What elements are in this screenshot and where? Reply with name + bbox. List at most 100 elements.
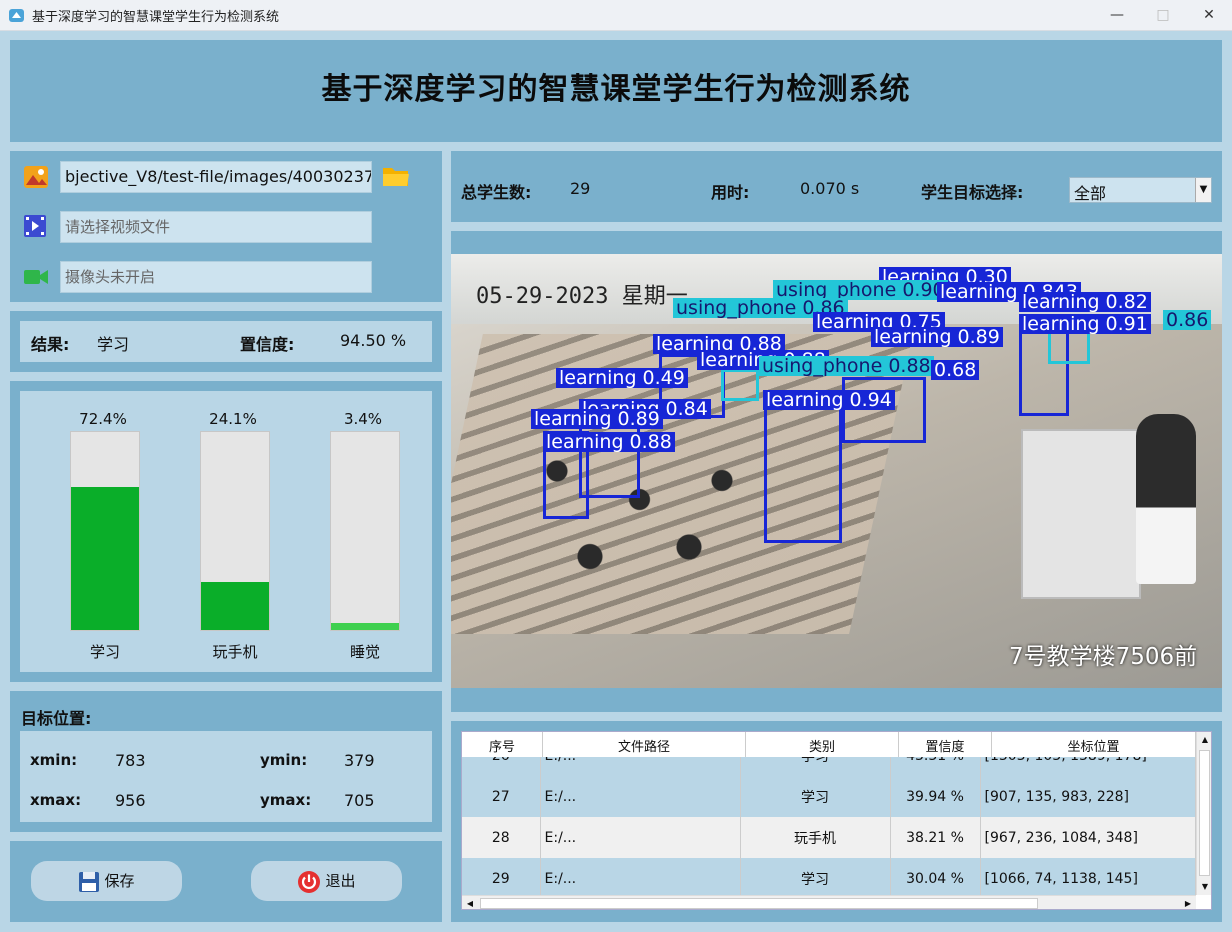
table-row[interactable]: 26 E:/... 学习 43.31 % [1303, 103, 1389, 1… xyxy=(462,757,1196,776)
bar-fill-sleep xyxy=(331,623,399,630)
col-header-path[interactable]: 文件路径 xyxy=(542,732,746,759)
col-header-class[interactable]: 类别 xyxy=(745,732,899,759)
save-icon xyxy=(79,871,100,892)
vertical-scroll-thumb[interactable] xyxy=(1199,750,1210,876)
cell-confidence: 43.31 % xyxy=(890,757,981,776)
bar-pct-sleep: 3.4% xyxy=(343,410,383,428)
table-body: 26 E:/... 学习 43.31 % [1303, 103, 1389, 1… xyxy=(462,757,1196,895)
behavior-bars-inner: 72.4% 学习 24.1% 玩手机 3.4% 睡觉 xyxy=(20,391,432,672)
cell-class: 玩手机 xyxy=(740,817,891,858)
cell-confidence: 39.94 % xyxy=(890,776,981,817)
camera-icon[interactable] xyxy=(23,268,49,286)
detection-box xyxy=(764,402,842,543)
power-icon xyxy=(298,870,321,893)
bar-label-phone: 玩手机 xyxy=(212,643,258,661)
result-value: 学习 xyxy=(97,335,130,354)
save-label: 保存 xyxy=(104,872,135,890)
ymax-value: 705 xyxy=(344,791,375,810)
cell-path: E:/... xyxy=(540,776,741,817)
results-table-panel: 序号 文件路径 类别 置信度 坐标位置 26 E:/... 学习 43.31 xyxy=(451,721,1222,922)
detection-label: learning 0.82 xyxy=(1019,292,1151,312)
cell-coords: [1303, 103, 1389, 178] xyxy=(980,757,1196,776)
folder-icon[interactable] xyxy=(381,164,411,188)
cell-coords: [907, 135, 983, 228] xyxy=(980,776,1196,817)
detection-label: learning 0.94 xyxy=(763,390,895,410)
horizontal-scroll-thumb[interactable] xyxy=(480,898,1038,909)
cell-confidence: 30.04 % xyxy=(890,858,981,895)
maximize-button[interactable]: □ xyxy=(1140,0,1186,31)
detection-box xyxy=(721,369,759,401)
detection-box xyxy=(1048,330,1090,364)
bar-learning xyxy=(70,431,140,631)
cell-coords: [967, 236, 1084, 348] xyxy=(980,817,1196,858)
cell-coords: [1066, 74, 1138, 145] xyxy=(980,858,1196,895)
col-header-index[interactable]: 序号 xyxy=(462,732,543,759)
time-value: 0.070 s xyxy=(800,179,860,198)
header-panel: 基于深度学习的智慧课堂学生行为检测系统 xyxy=(10,40,1222,142)
scroll-up-icon[interactable]: ▲ xyxy=(1197,732,1211,748)
target-select[interactable]: 全部 ▼ xyxy=(1069,177,1212,203)
table-row[interactable]: 29 E:/... 学习 30.04 % [1066, 74, 1138, 14… xyxy=(462,858,1196,895)
minimize-button[interactable]: — xyxy=(1094,0,1140,31)
image-file-icon[interactable] xyxy=(23,165,49,189)
target-select-label: 学生目标选择: xyxy=(921,183,1024,202)
detection-label: learning 0.88 xyxy=(543,432,675,452)
detection-label: using_phone 0.88 xyxy=(759,356,934,376)
camera-location: 7号教学楼7506前 xyxy=(1009,644,1198,670)
table-grid: 序号 文件路径 类别 置信度 坐标位置 xyxy=(462,732,1196,759)
cell-index: 27 xyxy=(462,776,541,817)
bar-label-sleep: 睡觉 xyxy=(349,643,380,661)
detection-label: 0.86 xyxy=(1163,310,1212,330)
cell-path: E:/... xyxy=(540,817,741,858)
horizontal-scrollbar[interactable]: ◀ ▶ xyxy=(462,895,1196,909)
video-path-field[interactable]: 请选择视频文件 xyxy=(60,211,372,243)
cell-class: 学习 xyxy=(740,776,891,817)
behavior-bars-panel: 72.4% 学习 24.1% 玩手机 3.4% 睡觉 xyxy=(10,381,442,682)
col-header-coords[interactable]: 坐标位置 xyxy=(991,732,1196,759)
detection-label: learning 0.89 xyxy=(531,409,663,429)
scroll-right-icon[interactable]: ▶ xyxy=(1180,896,1196,909)
bar-fill-phone xyxy=(201,582,269,630)
bar-pct-phone: 24.1% xyxy=(209,410,257,428)
col-header-confidence[interactable]: 置信度 xyxy=(898,732,992,759)
bar-label-learning: 学习 xyxy=(89,643,120,661)
bar-pct-learning: 72.4% xyxy=(79,410,127,428)
chevron-down-icon[interactable]: ▼ xyxy=(1195,178,1211,202)
vertical-scrollbar[interactable]: ▲ ▼ xyxy=(1196,732,1211,895)
confidence-value: 94.50 % xyxy=(340,331,407,350)
table-row[interactable]: 28 E:/... 玩手机 38.21 % [967, 236, 1084, 3… xyxy=(462,817,1196,858)
action-panel: 保存 退出 xyxy=(10,841,442,922)
result-panel: 结果: 学习 置信度: 94.50 % xyxy=(10,311,442,372)
xmin-label: xmin: xyxy=(30,751,78,769)
stats-panel: 总学生数: 29 用时: 0.070 s 学生目标选择: 全部 ▼ xyxy=(451,151,1222,222)
cell-index: 26 xyxy=(462,757,541,776)
exit-button[interactable]: 退出 xyxy=(251,861,402,901)
scroll-left-icon[interactable]: ◀ xyxy=(462,896,478,909)
result-inner: 结果: 学习 置信度: 94.50 % xyxy=(20,321,432,362)
app-icon xyxy=(9,9,24,22)
podium xyxy=(1021,429,1141,599)
camera-status-field[interactable]: 摄像头未开启 xyxy=(60,261,372,293)
cell-index: 29 xyxy=(462,858,541,895)
target-select-value: 全部 xyxy=(1074,184,1107,203)
cell-confidence: 38.21 % xyxy=(890,817,981,858)
save-button[interactable]: 保存 xyxy=(31,861,182,901)
detection-label: learning 0.89 xyxy=(871,327,1003,347)
image-path-field[interactable]: bjective_V8/test-file/images/40030237.jp… xyxy=(60,161,372,193)
cell-class: 学习 xyxy=(740,858,891,895)
cell-path: E:/... xyxy=(540,858,741,895)
video-file-icon[interactable] xyxy=(23,214,47,238)
bar-sleep xyxy=(330,431,400,631)
xmin-value: 783 xyxy=(115,751,146,770)
xmax-value: 956 xyxy=(115,791,146,810)
window-title: 基于深度学习的智慧课堂学生行为检测系统 xyxy=(32,10,280,25)
table-row[interactable]: 27 E:/... 学习 39.94 % [907, 135, 983, 228… xyxy=(462,776,1196,817)
time-label: 用时: xyxy=(711,183,750,202)
page-title: 基于深度学习的智慧课堂学生行为检测系统 xyxy=(321,72,911,107)
scroll-down-icon[interactable]: ▼ xyxy=(1197,879,1211,895)
ymin-value: 379 xyxy=(344,751,375,770)
table-body-viewport: 26 E:/... 学习 43.31 % [1303, 103, 1389, 1… xyxy=(462,757,1196,895)
result-label: 结果: xyxy=(31,335,70,354)
close-button[interactable]: ✕ xyxy=(1186,0,1232,31)
input-panel: bjective_V8/test-file/images/40030237.jp… xyxy=(10,151,442,302)
